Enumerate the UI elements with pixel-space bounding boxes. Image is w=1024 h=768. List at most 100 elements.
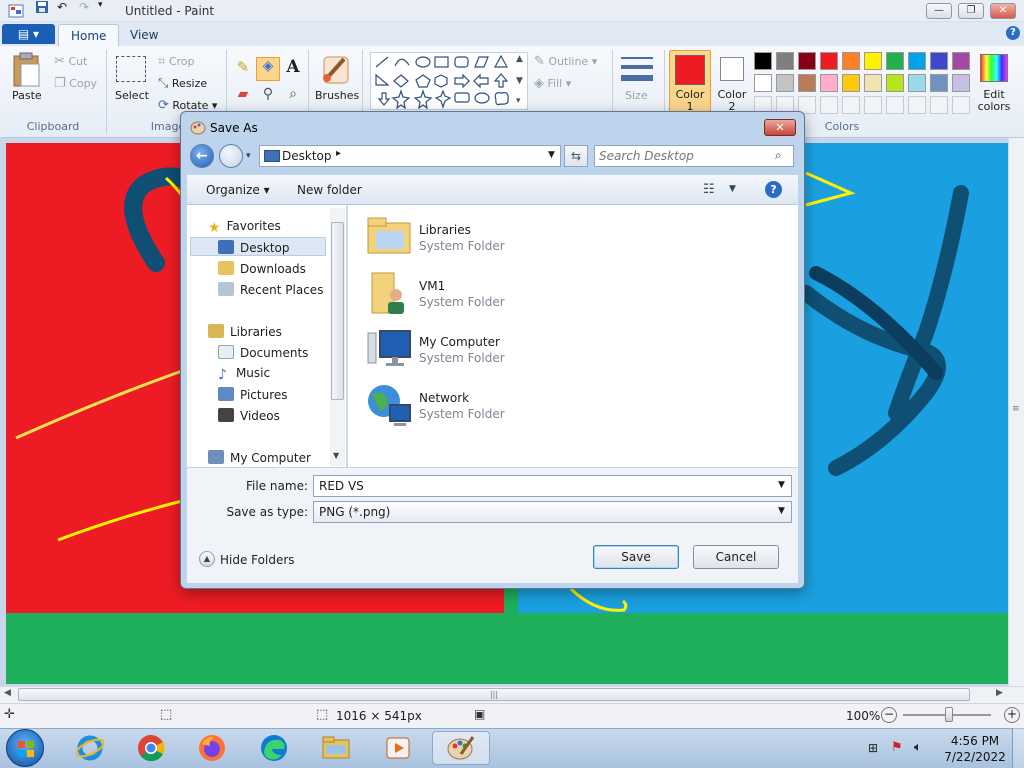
customize-toolbar-icon[interactable]: ▾: [98, 0, 103, 10]
recent-pages-icon[interactable]: ▾: [246, 151, 251, 161]
cancel-button[interactable]: Cancel: [693, 545, 779, 569]
paste-button[interactable]: Paste: [12, 89, 42, 102]
redo-icon[interactable]: ↷: [79, 0, 89, 14]
palette-swatch[interactable]: [952, 74, 970, 92]
internet-explorer-icon[interactable]: [70, 731, 110, 765]
libraries-folder-icon[interactable]: [366, 213, 414, 261]
palette-swatch[interactable]: [886, 52, 904, 70]
text-tool-icon[interactable]: A: [282, 57, 304, 79]
save-button[interactable]: Save: [593, 545, 679, 569]
network-icon[interactable]: [366, 381, 414, 429]
brushes-button[interactable]: Brushes: [315, 89, 359, 102]
refresh-button[interactable]: ⇆: [564, 145, 588, 167]
network-tray-icon[interactable]: ⊞: [868, 741, 878, 755]
edit-colors-label-2[interactable]: colors: [978, 100, 1011, 113]
file-name-field[interactable]: RED VS ▼: [313, 475, 792, 497]
horizontal-scroll-thumb[interactable]: |||: [18, 688, 970, 701]
size-button[interactable]: Size: [625, 89, 648, 102]
palette-custom-slot[interactable]: [930, 96, 948, 114]
tab-home[interactable]: Home: [58, 24, 120, 46]
paint-taskbar-button[interactable]: [432, 731, 490, 765]
search-input[interactable]: [599, 148, 769, 164]
show-desktop-button[interactable]: [1012, 728, 1024, 768]
tab-view[interactable]: View: [118, 24, 170, 46]
copy-button[interactable]: Copy: [69, 77, 97, 90]
dialog-close-button[interactable]: ✕: [764, 119, 796, 136]
save-as-type-dropdown-icon[interactable]: ▼: [778, 506, 785, 516]
palette-swatch[interactable]: [754, 52, 772, 70]
item-name-libraries[interactable]: Libraries: [419, 223, 471, 237]
file-explorer-icon[interactable]: [316, 731, 356, 765]
color-picker-icon[interactable]: ⚲: [257, 86, 279, 106]
forward-button[interactable]: [219, 144, 243, 168]
palette-custom-slot[interactable]: [842, 96, 860, 114]
brushes-icon[interactable]: [318, 53, 352, 87]
file-name-dropdown-icon[interactable]: ▼: [778, 480, 785, 490]
address-segment-desktop[interactable]: Desktop: [282, 149, 332, 163]
nav-scroll-down-icon[interactable]: ▼: [333, 451, 339, 460]
search-box[interactable]: ⌕: [594, 145, 794, 167]
minimize-button[interactable]: —: [926, 3, 952, 19]
nav-music[interactable]: Music: [236, 366, 270, 380]
save-icon[interactable]: [35, 0, 49, 17]
address-bar[interactable]: Desktop ▸ ▼: [259, 145, 561, 167]
cut-button[interactable]: Cut: [68, 55, 87, 68]
nav-pictures[interactable]: Pictures: [240, 388, 288, 402]
edit-colors-icon[interactable]: [980, 54, 1008, 82]
media-player-icon[interactable]: [378, 731, 418, 765]
nav-documents[interactable]: Documents: [240, 346, 308, 360]
action-center-tray-icon[interactable]: ⚑: [891, 740, 903, 755]
color2-swatch[interactable]: [720, 57, 744, 81]
nav-videos[interactable]: Videos: [240, 409, 280, 423]
palette-swatch[interactable]: [776, 52, 794, 70]
zoom-in-button[interactable]: +: [1004, 707, 1020, 723]
fill-button[interactable]: Fill: [548, 77, 563, 90]
palette-custom-slot[interactable]: [952, 96, 970, 114]
resize-button[interactable]: Resize: [172, 77, 207, 90]
change-view-icon[interactable]: ☷: [703, 182, 715, 197]
magnifier-icon[interactable]: ⌕: [282, 86, 304, 106]
edge-icon[interactable]: [254, 731, 294, 765]
item-name-my-computer[interactable]: My Computer: [419, 335, 500, 349]
palette-swatch[interactable]: [820, 74, 838, 92]
close-button[interactable]: ✕: [990, 3, 1016, 19]
maximize-button[interactable]: ❐: [958, 3, 984, 19]
item-name-network[interactable]: Network: [419, 391, 469, 405]
outline-button[interactable]: Outline: [548, 55, 588, 68]
file-name-input[interactable]: RED VS: [319, 479, 364, 493]
help-icon[interactable]: ?: [1006, 26, 1020, 40]
paste-icon[interactable]: [10, 52, 44, 90]
view-options-icon[interactable]: ▼: [729, 184, 736, 194]
item-name-vm1[interactable]: VM1: [419, 279, 445, 293]
breadcrumb-chevron-icon[interactable]: ▸: [336, 148, 341, 159]
fill-bucket-icon[interactable]: ◈: [256, 57, 280, 81]
nav-favorites[interactable]: Favorites: [227, 219, 281, 233]
scroll-right-icon[interactable]: ▶: [996, 688, 1003, 698]
firefox-icon[interactable]: [192, 731, 232, 765]
new-folder-button[interactable]: New folder: [297, 183, 362, 197]
palette-swatch[interactable]: [798, 74, 816, 92]
palette-swatch[interactable]: [952, 52, 970, 70]
start-button[interactable]: [6, 729, 44, 767]
shapes-scroll-up-icon[interactable]: ▲: [516, 54, 523, 64]
palette-swatch[interactable]: [776, 74, 794, 92]
nav-scroll-thumb[interactable]: [331, 222, 344, 400]
undo-icon[interactable]: ↶: [57, 0, 67, 14]
user-folder-icon[interactable]: [366, 269, 414, 317]
save-as-type-select[interactable]: PNG (*.png) ▼: [313, 501, 792, 523]
file-menu-button[interactable]: ▤ ▾: [2, 24, 55, 44]
pencil-icon[interactable]: ✎: [232, 58, 254, 80]
shapes-expand-icon[interactable]: ▾: [516, 96, 521, 106]
palette-custom-slot[interactable]: [864, 96, 882, 114]
shapes-gallery[interactable]: [370, 52, 528, 110]
zoom-out-button[interactable]: −: [881, 707, 897, 723]
palette-custom-slot[interactable]: [886, 96, 904, 114]
palette-swatch[interactable]: [886, 74, 904, 92]
palette-custom-slot[interactable]: [820, 96, 838, 114]
organize-button[interactable]: Organize ▾: [206, 183, 270, 197]
nav-desktop[interactable]: Desktop: [240, 241, 290, 255]
back-button[interactable]: ←: [190, 144, 214, 168]
system-clock[interactable]: 4:56 PM 7/22/2022: [944, 733, 1006, 765]
hide-folders-icon[interactable]: ▲: [199, 551, 215, 567]
palette-custom-slot[interactable]: [908, 96, 926, 114]
